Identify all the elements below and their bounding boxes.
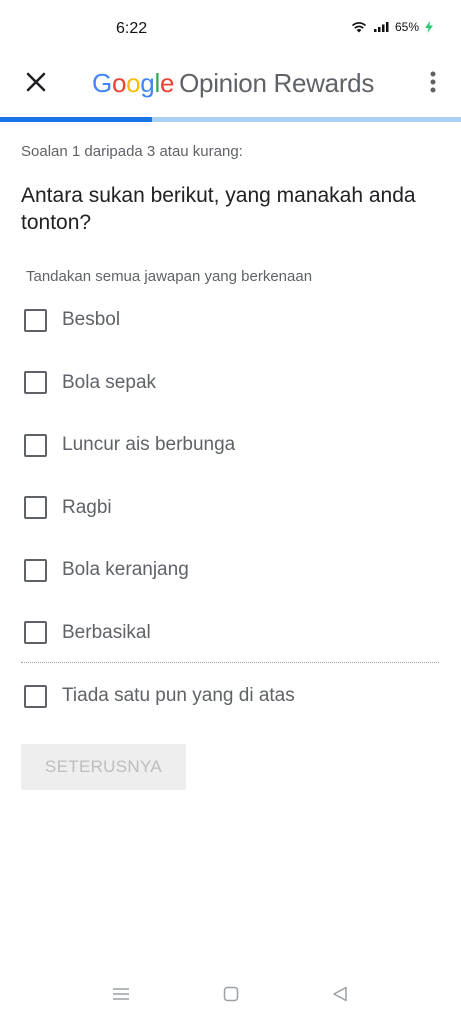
close-button[interactable] bbox=[20, 68, 52, 100]
option-label: Besbol bbox=[62, 309, 121, 331]
brand-letter: o bbox=[126, 68, 141, 98]
next-button[interactable]: SETERUSNYA bbox=[21, 744, 186, 790]
question-counter: Soalan 1 daripada 3 atau kurang: bbox=[21, 143, 243, 160]
more-vert-icon bbox=[430, 71, 436, 98]
status-time: 6:22 bbox=[116, 20, 148, 37]
home-nav-icon bbox=[223, 986, 239, 1007]
checkbox[interactable] bbox=[24, 621, 47, 645]
recents-button[interactable] bbox=[109, 984, 133, 1008]
signal-icon bbox=[373, 21, 389, 33]
system-nav-bar bbox=[0, 966, 461, 1024]
option-ragbi[interactable]: Ragbi bbox=[0, 477, 461, 540]
home-button[interactable] bbox=[219, 984, 243, 1008]
back-button[interactable] bbox=[328, 984, 352, 1008]
back-nav-icon bbox=[332, 986, 348, 1007]
option-label: Ragbi bbox=[62, 496, 112, 518]
app-bar: Google Opinion Rewards bbox=[0, 58, 461, 118]
app-title-product: Opinion Rewards bbox=[179, 68, 375, 98]
option-luncur-ais[interactable]: Luncur ais berbunga bbox=[0, 414, 461, 477]
battery-text: 65% bbox=[394, 20, 419, 34]
checkbox[interactable] bbox=[24, 433, 47, 457]
status-icons: 65% bbox=[351, 20, 433, 34]
option-label: Luncur ais berbunga bbox=[62, 434, 236, 456]
option-label: Bola keranjang bbox=[62, 559, 189, 581]
brand-letter: g bbox=[140, 68, 155, 98]
checkbox[interactable] bbox=[24, 684, 47, 708]
progress-fill bbox=[0, 117, 153, 122]
option-label: Berbasikal bbox=[62, 621, 151, 643]
option-besbol[interactable]: Besbol bbox=[0, 289, 461, 352]
more-options-button[interactable] bbox=[419, 68, 447, 100]
checkbox[interactable] bbox=[24, 496, 47, 520]
brand-letter: G bbox=[92, 68, 112, 98]
checkbox[interactable] bbox=[24, 371, 47, 395]
checkbox[interactable] bbox=[24, 308, 47, 332]
option-none-of-the-above[interactable]: Tiada satu pun yang di atas bbox=[0, 665, 461, 728]
brand-letter: e bbox=[159, 68, 175, 98]
close-icon bbox=[26, 72, 46, 97]
question-text: Antara sukan berikut, yang manakah anda … bbox=[21, 184, 416, 234]
instruction-text: Tandakan semua jawapan yang berkenaan bbox=[26, 268, 313, 285]
app-title: Google Opinion Rewards bbox=[92, 68, 374, 98]
option-berbasikal[interactable]: Berbasikal bbox=[0, 602, 461, 665]
options-list: Besbol Bola sepak Luncur ais berbunga Ra… bbox=[0, 289, 461, 728]
option-bola-sepak[interactable]: Bola sepak bbox=[0, 352, 461, 415]
wifi-icon bbox=[351, 21, 367, 33]
menu-nav-icon bbox=[112, 987, 130, 1006]
option-bola-keranjang[interactable]: Bola keranjang bbox=[0, 539, 461, 602]
option-label: Bola sepak bbox=[62, 371, 157, 393]
status-bar: 6:22 65% bbox=[0, 0, 461, 58]
progress-bar bbox=[0, 117, 461, 122]
option-label: Tiada satu pun yang di atas bbox=[62, 685, 295, 707]
brand-letter: o bbox=[111, 68, 127, 98]
checkbox[interactable] bbox=[24, 558, 47, 582]
battery-charging-icon bbox=[425, 21, 433, 33]
